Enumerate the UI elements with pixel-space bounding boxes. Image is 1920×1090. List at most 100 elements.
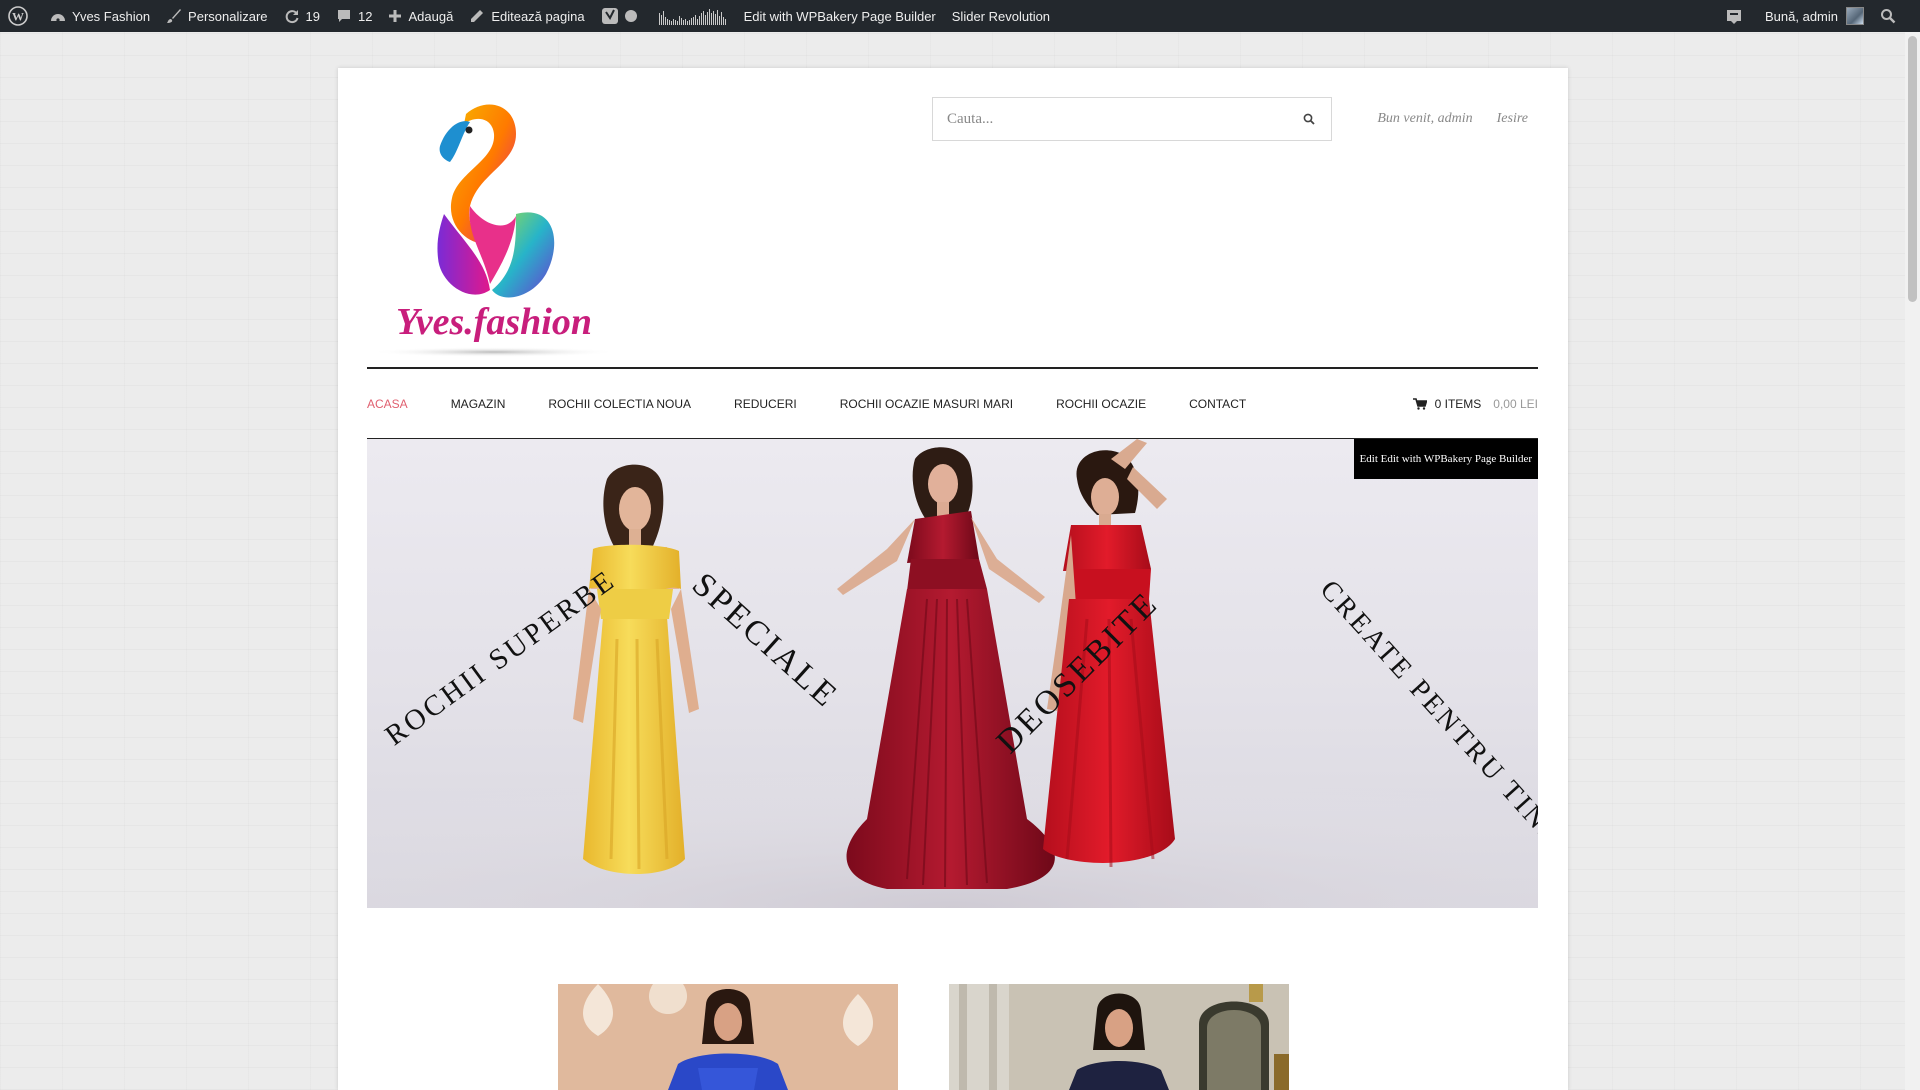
mini-cart[interactable]: 0 ITEMS 0,00 LEI — [1412, 396, 1538, 411]
sparkline-bar — [684, 19, 686, 25]
sparkline-bar — [662, 11, 664, 25]
search-icon — [1881, 9, 1896, 24]
brush-icon — [167, 9, 182, 23]
site-name-label: Yves Fashion — [72, 8, 151, 24]
customize-label: Personalizare — [188, 8, 268, 24]
seo-link[interactable] — [593, 0, 645, 32]
swan-logo-icon: Yves.fashion — [370, 104, 618, 357]
sparkline-bar — [708, 9, 710, 25]
sparkline-bar — [694, 15, 696, 25]
wpbakery-edit-button[interactable]: Edit Edit with WPBakery Page Builder — [1353, 439, 1538, 479]
seo-status-dot-icon — [624, 10, 637, 22]
search-input[interactable] — [933, 98, 1287, 140]
page-container: Yves.fashion Bun venit, admin Iesire ACA… — [338, 68, 1568, 1090]
product-image — [949, 984, 1289, 1090]
sparkline-bar — [702, 11, 704, 25]
plus-icon — [389, 10, 402, 22]
sparkline-bar — [714, 14, 716, 25]
welcome-link[interactable]: Bun venit, admin — [1377, 111, 1472, 127]
search-icon — [1303, 113, 1315, 125]
svg-text:W: W — [12, 10, 24, 24]
wpbakery-link[interactable]: Edit with WPBakery Page Builder — [736, 0, 944, 32]
search-form — [932, 97, 1332, 141]
sparkline-bar — [704, 15, 706, 25]
sparkline-bar — [724, 19, 726, 25]
sparkline-bar — [674, 20, 676, 25]
search-submit-button[interactable] — [1287, 98, 1331, 140]
comments-link[interactable]: 12 — [328, 0, 380, 32]
nav-item-magazin[interactable]: MAGAZIN — [451, 397, 506, 411]
site-name-link[interactable]: Yves Fashion — [42, 0, 158, 32]
nav-item-reduceri[interactable]: REDUCERI — [734, 397, 797, 411]
wordpress-logo-icon[interactable]: W — [0, 0, 42, 32]
sparkline-bar — [706, 12, 708, 25]
notifications-button[interactable] — [1717, 0, 1757, 32]
add-new-link[interactable]: Adaugă — [380, 0, 461, 32]
sparkline-bar — [660, 15, 662, 25]
sparkline-bar — [718, 16, 720, 25]
sparkline-bar — [712, 11, 714, 25]
sparkline-bar — [678, 16, 680, 25]
sparkline-bar — [682, 20, 684, 25]
customize-link[interactable]: Personalizare — [158, 0, 276, 32]
sparkline-bar — [720, 12, 722, 25]
sparkline-bar — [676, 21, 678, 25]
slider-revolution-link[interactable]: Slider Revolution — [944, 0, 1058, 32]
search-button[interactable] — [1872, 0, 1910, 32]
cart-total: 0,00 LEI — [1493, 396, 1538, 411]
scrollbar-thumb[interactable] — [1908, 36, 1917, 302]
sparkline-bar — [696, 19, 698, 25]
updates-link[interactable]: 19 — [276, 0, 328, 32]
hero-image — [367, 439, 1538, 908]
admin-bar: W Yves Fashion Personalizare 19 12 Adaug… — [0, 0, 1920, 32]
add-new-label: Adaugă — [408, 8, 454, 24]
yoast-icon — [601, 8, 618, 24]
sparkline-bar — [722, 17, 724, 25]
comment-icon — [338, 10, 351, 22]
traffic-sparkline-icon[interactable] — [658, 7, 726, 25]
product-thumbnail[interactable] — [949, 984, 1289, 1090]
sparkline-bar — [698, 16, 700, 25]
model-yellow-dress — [573, 464, 699, 874]
sparkline-bar — [658, 13, 660, 25]
nav-item-rochii-ocazie-masuri-mari[interactable]: ROCHII OCAZIE MASURI MARI — [840, 397, 1013, 411]
sparkline-bar — [668, 20, 670, 25]
sparkline-bar — [688, 20, 690, 25]
main-navigation: ACASA MAGAZIN ROCHII COLECTIA NOUA REDUC… — [367, 367, 1538, 439]
sparkline-bar — [670, 21, 672, 25]
sparkline-bar — [692, 17, 694, 25]
edit-page-link[interactable]: Editează pagina — [461, 0, 592, 32]
nav-item-contact[interactable]: CONTACT — [1189, 397, 1246, 411]
avatar — [1846, 7, 1864, 25]
sparkline-bar — [680, 18, 682, 25]
logout-link[interactable]: Iesire — [1497, 111, 1528, 127]
slider-revolution-label: Slider Revolution — [951, 8, 1051, 24]
cart-items-count: 0 ITEMS — [1434, 396, 1482, 411]
cart-icon — [1412, 397, 1427, 410]
sparkline-bar — [666, 19, 668, 25]
sparkline-bar — [664, 17, 666, 25]
sparkline-bar — [686, 21, 688, 25]
sparkline-bar — [700, 13, 702, 25]
nav-item-acasa[interactable]: ACASA — [367, 397, 408, 411]
model-maroon-dress — [837, 447, 1055, 889]
page-scrollbar[interactable] — [1905, 32, 1920, 1090]
comments-count: 12 — [358, 8, 373, 24]
product-thumbnail[interactable] — [558, 984, 898, 1090]
nav-item-rochii-colectia-noua[interactable]: ROCHII COLECTIA NOUA — [548, 397, 691, 411]
sparkline-bar — [690, 18, 692, 25]
account-links: Bun venit, admin Iesire — [1377, 111, 1528, 127]
nav-item-rochii-ocazie[interactable]: ROCHII OCAZIE — [1056, 397, 1146, 411]
updates-count: 19 — [305, 8, 321, 24]
sparkline-bar — [716, 10, 718, 25]
logo-text: Yves.fashion — [396, 301, 592, 343]
updates-icon — [285, 10, 299, 24]
site-logo[interactable]: Yves.fashion — [366, 94, 622, 358]
sparkline-bar — [672, 19, 674, 25]
edit-page-label: Editează pagina — [491, 8, 585, 24]
sparkline-bar — [710, 13, 712, 25]
my-account-link[interactable]: Bună, admin — [1757, 0, 1872, 32]
dashboard-icon — [51, 14, 65, 22]
hero-slider[interactable]: ROCHII SUPERBE SPECIALE DEOSEBITE CREATE… — [367, 439, 1538, 908]
greeting-label: Bună, admin — [1765, 8, 1838, 24]
